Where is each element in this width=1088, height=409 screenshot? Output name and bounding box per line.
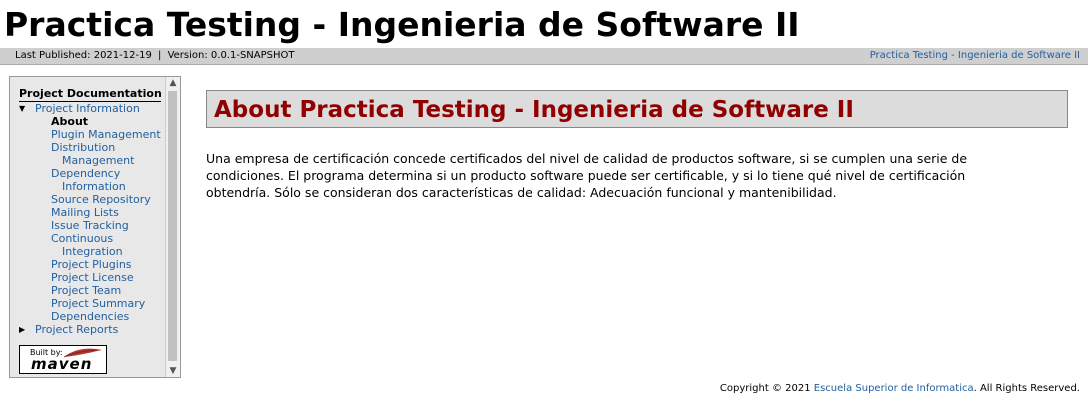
nav-distribution-management[interactable]: Distribution <box>51 141 115 154</box>
nav-dependencies[interactable]: Dependencies <box>51 310 129 323</box>
scrollbar-thumb[interactable] <box>168 91 177 361</box>
version: Version: 0.0.1-SNAPSHOT <box>167 50 295 61</box>
nav-dependency-information-cont[interactable]: Information <box>62 180 126 193</box>
maven-badge[interactable]: Built by: maven <box>19 345 107 374</box>
nav-source-repository[interactable]: Source Repository <box>51 193 151 206</box>
nav-project-reports[interactable]: Project Reports <box>35 323 118 336</box>
nav-project-team[interactable]: Project Team <box>51 284 121 297</box>
copyright-suffix: . All Rights Reserved. <box>973 383 1080 394</box>
last-published: Last Published: 2021-12-19 <box>15 50 152 61</box>
scroll-up-icon[interactable]: ▲ <box>166 77 180 89</box>
nav-continuous-integration[interactable]: Continuous <box>51 232 113 245</box>
sidebar-scrollbar[interactable]: ▲ ▼ <box>165 77 180 377</box>
nav-continuous-integration-cont[interactable]: Integration <box>62 245 123 258</box>
nav-mailing-lists[interactable]: Mailing Lists <box>51 206 119 219</box>
nav-plugin-management[interactable]: Plugin Management <box>51 128 161 141</box>
site-title: Practica Testing - Ingenieria de Softwar… <box>4 5 800 44</box>
maven-logo-text: maven <box>31 355 93 373</box>
nav-project-license[interactable]: Project License <box>51 271 134 284</box>
breadcrumb-bar: Last Published: 2021-12-19 | Version: 0.… <box>0 48 1088 65</box>
nav-about: About <box>51 115 89 128</box>
nav-dependency-information[interactable]: Dependency <box>51 167 120 180</box>
page-title: About Practica Testing - Ingenieria de S… <box>214 97 854 123</box>
nav-distribution-management-cont[interactable]: Management <box>62 154 134 167</box>
nav-project-information[interactable]: Project Information <box>35 102 140 115</box>
scroll-down-icon[interactable]: ▼ <box>166 365 180 377</box>
description-paragraph: Una empresa de certificación concede cer… <box>206 151 968 200</box>
separator: | <box>158 50 162 61</box>
banner: Practica Testing - Ingenieria de Softwar… <box>0 0 1088 50</box>
publish-info: Last Published: 2021-12-19 | Version: 0.… <box>15 48 295 64</box>
project-link[interactable]: Practica Testing - Ingenieria de Softwar… <box>870 48 1080 64</box>
section-header: About Practica Testing - Ingenieria de S… <box>206 90 1068 128</box>
footer-org-link[interactable]: Escuela Superior de Informatica <box>814 383 974 394</box>
nav-section-title: Project Documentation <box>19 87 162 102</box>
footer: Copyright © 2021 Escuela Superior de Inf… <box>720 382 1080 395</box>
caret-right-icon[interactable]: ▶ <box>19 323 25 336</box>
nav-project-summary[interactable]: Project Summary <box>51 297 145 310</box>
copyright-prefix: Copyright © 2021 <box>719 383 814 394</box>
nav-issue-tracking[interactable]: Issue Tracking <box>51 219 129 232</box>
sidebar-nav: Project Documentation ▼ Project Informat… <box>10 77 166 377</box>
caret-down-icon[interactable]: ▼ <box>19 102 25 115</box>
sidebar: Project Documentation ▼ Project Informat… <box>9 76 181 378</box>
nav-project-plugins[interactable]: Project Plugins <box>51 258 132 271</box>
